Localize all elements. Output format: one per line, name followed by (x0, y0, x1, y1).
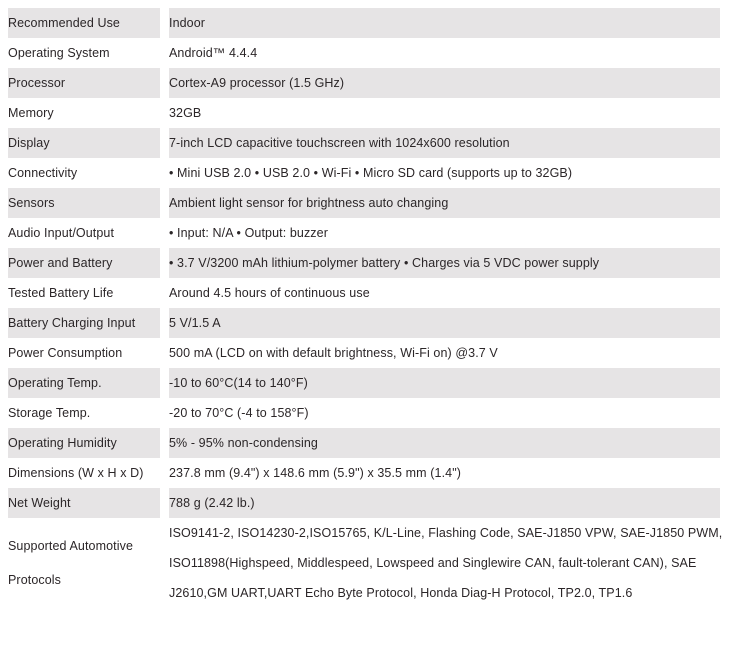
spec-label: Power Consumption (8, 338, 160, 368)
spec-label: Power and Battery (8, 248, 160, 278)
spec-value: 788 g (2.42 lb.) (169, 488, 720, 518)
spec-label: Operating System (8, 38, 160, 68)
spec-label-lines: Supported Automotive Protocols (8, 529, 160, 597)
spec-row: Power Consumption 500 mA (LCD on with def… (8, 338, 720, 368)
spec-row: Power and Battery • 3.7 V/3200 mAh lithiu… (8, 248, 720, 278)
spec-label: Connectivity (8, 158, 160, 188)
spec-row: Dimensions (W x H x D) 237.8 mm (9.4") x … (8, 458, 720, 488)
spec-value: 7-inch LCD capacitive touchscreen with 1… (169, 128, 720, 158)
spec-value: Indoor (169, 8, 720, 38)
column-gap (160, 368, 169, 398)
spec-row: Display 7-inch LCD capacitive touchscreen… (8, 128, 720, 158)
column-gap (160, 98, 169, 128)
spec-label: Memory (8, 98, 160, 128)
column-gap (160, 188, 169, 218)
spec-value: -10 to 60°C(14 to 140°F) (169, 368, 720, 398)
spec-value: • Input: N/A • Output: buzzer (169, 218, 720, 248)
spec-row: Operating Humidity 5% - 95% non-condensin… (8, 428, 720, 458)
spec-value: 237.8 mm (9.4") x 148.6 mm (5.9") x 35.5… (169, 458, 720, 488)
spec-label: Supported Automotive Protocols (8, 518, 160, 608)
column-gap (160, 158, 169, 188)
spec-row: Tested Battery Life Around 4.5 hours of c… (8, 278, 720, 308)
spec-row: Audio Input/Output • Input: N/A • Output:… (8, 218, 720, 248)
spec-row: Sensors Ambient light sensor for brightne… (8, 188, 720, 218)
spec-label: Display (8, 128, 160, 158)
column-gap (160, 218, 169, 248)
column-gap (160, 338, 169, 368)
spec-label: Battery Charging Input (8, 308, 160, 338)
column-gap (160, 308, 169, 338)
spec-value: Around 4.5 hours of continuous use (169, 278, 720, 308)
spec-row: Memory 32GB (8, 98, 720, 128)
spec-value-line: J2610,GM UART,UART Echo Byte Protocol, H… (169, 586, 633, 600)
spec-row: Recommended Use Indoor (8, 8, 720, 38)
spec-value: 5% - 95% non-condensing (169, 428, 720, 458)
spec-value-line: ISO9141-2, ISO14230-2,ISO15765, K/L-Line… (169, 526, 723, 540)
spec-label: Operating Humidity (8, 428, 160, 458)
column-gap (160, 8, 169, 38)
spec-value: Cortex-A9 processor (1.5 GHz) (169, 68, 720, 98)
spec-label: Sensors (8, 188, 160, 218)
spec-row: Connectivity • Mini USB 2.0 • USB 2.0 • W… (8, 158, 720, 188)
column-gap (160, 278, 169, 308)
spec-row: Operating System Android™ 4.4.4 (8, 38, 720, 68)
spec-row: Processor Cortex-A9 processor (1.5 GHz) (8, 68, 720, 98)
column-gap (160, 518, 169, 608)
column-gap (160, 458, 169, 488)
spec-row: Battery Charging Input 5 V/1.5 A (8, 308, 720, 338)
spec-label: Storage Temp. (8, 398, 160, 428)
spec-value: Android™ 4.4.4 (169, 38, 720, 68)
spec-label: Operating Temp. (8, 368, 160, 398)
spec-label: Dimensions (W x H x D) (8, 458, 160, 488)
spec-label: Processor (8, 68, 160, 98)
spec-row-protocols: Supported Automotive Protocols ISO9141-2, … (8, 518, 723, 608)
spec-value-lines: ISO9141-2, ISO14230-2,ISO15765, K/L-Line… (169, 518, 723, 608)
column-gap (160, 38, 169, 68)
column-gap (160, 248, 169, 278)
spec-row: Operating Temp. -10 to 60°C(14 to 140°F) (8, 368, 720, 398)
spec-label-line: Protocols (8, 573, 62, 587)
spec-value: • Mini USB 2.0 • USB 2.0 • Wi-Fi • Micro… (169, 158, 720, 188)
spec-label: Audio Input/Output (8, 218, 160, 248)
product-specifications-table: Recommended Use Indoor Operating System And… (8, 8, 723, 608)
spec-label: Recommended Use (8, 8, 160, 38)
spec-value: -20 to 70°C (-4 to 158°F) (169, 398, 720, 428)
spec-value: • 3.7 V/3200 mAh lithium-polymer battery… (169, 248, 720, 278)
spec-value: 5 V/1.5 A (169, 308, 720, 338)
column-gap (160, 68, 169, 98)
spec-value-line: ISO11898(Highspeed, Middlespeed, Lowspee… (169, 556, 697, 570)
spec-label-line: Supported Automotive (8, 539, 133, 553)
spec-row: Net Weight 788 g (2.42 lb.) (8, 488, 720, 518)
spec-label: Net Weight (8, 488, 160, 518)
spec-table-body: Recommended Use Indoor Operating System And… (8, 8, 723, 608)
column-gap (160, 398, 169, 428)
spec-value: 500 mA (LCD on with default brightness, … (169, 338, 720, 368)
spec-row: Storage Temp. -20 to 70°C (-4 to 158°F) (8, 398, 720, 428)
spec-value: Ambient light sensor for brightness auto… (169, 188, 720, 218)
column-gap (160, 128, 169, 158)
column-gap (160, 488, 169, 518)
spec-value: 32GB (169, 98, 720, 128)
spec-label: Tested Battery Life (8, 278, 160, 308)
column-gap (160, 428, 169, 458)
spec-value: ISO9141-2, ISO14230-2,ISO15765, K/L-Line… (169, 518, 723, 608)
